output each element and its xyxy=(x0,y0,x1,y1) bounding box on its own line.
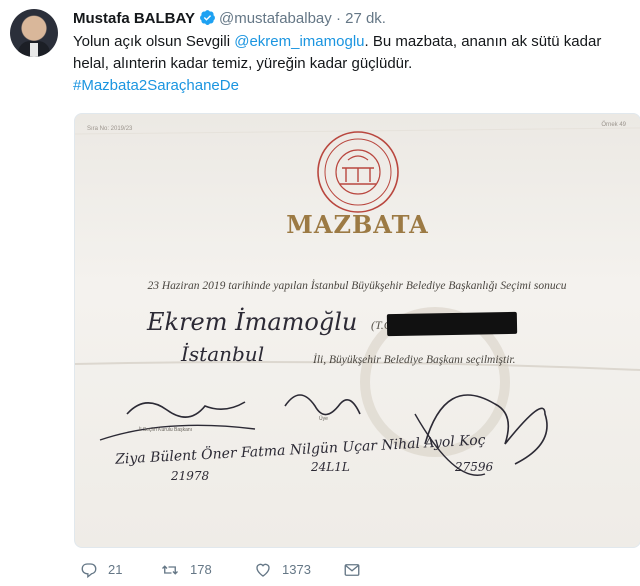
signatory-number-2: 24L1L xyxy=(311,460,350,474)
signatory-number-1: 21978 xyxy=(171,469,210,483)
doc-elected-line: İli, Büyükşehir Belediye Başkanı seçilmi… xyxy=(313,354,516,366)
tweet-actions: 21 178 1373 xyxy=(74,560,594,580)
text-segment: . Bu mazbata, ananın ak sütü kadar xyxy=(364,33,602,50)
author-avatar[interactable] xyxy=(10,9,58,57)
like-button[interactable]: 1373 xyxy=(254,560,311,580)
signatory-number-3: 27596 xyxy=(455,460,494,474)
doc-serial-code: Sıra No: 2019/23 xyxy=(87,126,133,132)
tweet-media-image[interactable]: Sıra No: 2019/23 Örnek 49 MAZBATA 23 Haz… xyxy=(74,113,640,548)
doc-title: MAZBATA xyxy=(286,210,429,239)
sig-label-member: Üye xyxy=(319,416,328,422)
retweet-count: 178 xyxy=(190,562,212,577)
reply-icon xyxy=(80,561,98,579)
mention-link[interactable]: @ekrem_imamoglu xyxy=(234,33,364,50)
election-board-seal xyxy=(317,131,399,213)
avatar-shirt xyxy=(30,43,38,57)
doc-winner-name: Ekrem İmamoğlu xyxy=(147,308,358,336)
reply-button[interactable]: 21 xyxy=(80,560,122,580)
tweet-header: Mustafa BALBAY @mustafabalbay · 27 dk. xyxy=(73,9,386,29)
reply-count: 21 xyxy=(108,562,123,577)
author-name[interactable]: Mustafa BALBAY xyxy=(73,10,195,27)
author-handle[interactable]: @mustafabalbay xyxy=(219,10,332,27)
retweet-button[interactable]: 178 xyxy=(160,560,212,580)
tweet-timestamp[interactable]: 27 dk. xyxy=(345,10,386,27)
like-count: 1373 xyxy=(282,562,311,577)
doc-city: İstanbul xyxy=(181,342,265,366)
text-segment: Yolun açık olsun Sevgili xyxy=(73,33,235,50)
hashtag-link[interactable]: #Mazbata2SaraçhaneDe xyxy=(73,75,623,97)
separator-dot: · xyxy=(335,10,341,27)
envelope-icon xyxy=(342,561,362,579)
sig-label-chair: İl Seçim Kurulu Başkanı xyxy=(139,427,193,433)
verified-badge-icon xyxy=(199,9,216,32)
heart-icon xyxy=(254,561,272,579)
doc-election-line: 23 Haziran 2019 tarihinde yapılan İstanb… xyxy=(147,280,567,292)
retweet-icon xyxy=(160,561,180,579)
dm-button[interactable] xyxy=(342,560,362,580)
tweet-text: Yolun açık olsun Sevgili @ekrem_imamoglu… xyxy=(73,31,623,97)
redaction-bar xyxy=(386,311,518,337)
doc-form-code: Örnek 49 xyxy=(601,122,626,128)
tweet-text-line-2: helal, alınterin kadar temiz, yüreğin ka… xyxy=(73,55,413,72)
tweet-text-line-1: Yolun açık olsun Sevgili @ekrem_imamoglu… xyxy=(73,31,623,53)
